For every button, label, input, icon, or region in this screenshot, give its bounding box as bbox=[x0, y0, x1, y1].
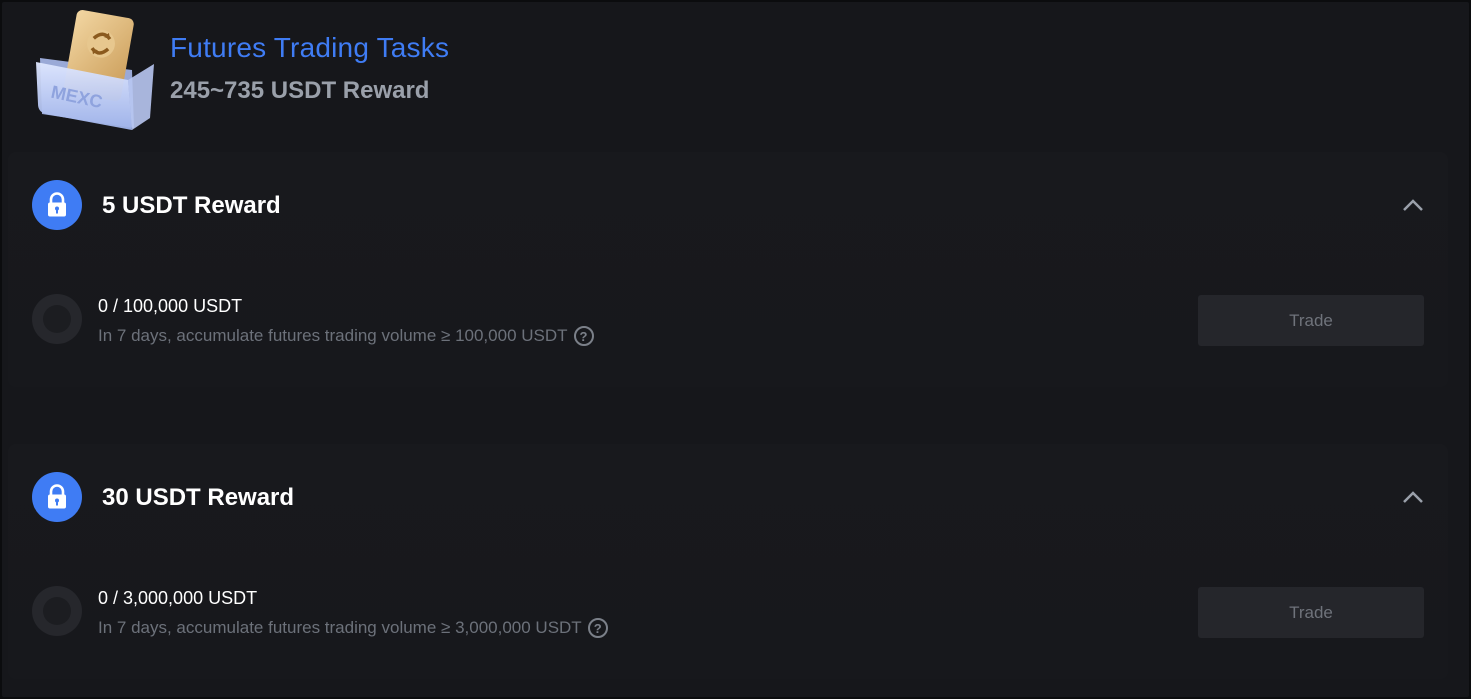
collapse-toggle[interactable] bbox=[1398, 482, 1428, 512]
progress-ring bbox=[32, 586, 82, 636]
reward-title: 30 USDT Reward bbox=[102, 484, 295, 511]
task-description: In 7 days, accumulate futures trading vo… bbox=[98, 618, 582, 637]
trade-button[interactable]: Trade bbox=[1198, 295, 1424, 346]
trade-button[interactable]: Trade bbox=[1198, 587, 1424, 638]
progress-ring bbox=[32, 294, 82, 344]
task-description: In 7 days, accumulate futures trading vo… bbox=[98, 326, 568, 345]
task-panel: MEXC Futures Trading Tasks 245~735 USDT … bbox=[2, 2, 1469, 697]
mexc-card-logo: MEXC bbox=[36, 10, 154, 130]
task-description-row: In 7 days, accumulate futures trading vo… bbox=[98, 326, 594, 346]
reward-title: 5 USDT Reward bbox=[102, 192, 281, 219]
question-circle-icon[interactable]: ? bbox=[573, 326, 594, 346]
reward-card: 30 USDT Reward 0 / 3,000,000 USDT In 7 d… bbox=[8, 444, 1448, 679]
task-progress: 0 / 3,000,000 USDT bbox=[98, 588, 258, 608]
collapse-toggle[interactable] bbox=[1398, 190, 1428, 220]
reward-card: 5 USDT Reward 0 / 100,000 USDT In 7 days… bbox=[8, 152, 1448, 387]
task-progress: 0 / 100,000 USDT bbox=[98, 296, 243, 316]
page-header: MEXC Futures Trading Tasks 245~735 USDT … bbox=[2, 2, 1469, 152]
lock-badge bbox=[32, 472, 82, 522]
question-circle-icon[interactable]: ? bbox=[587, 618, 608, 638]
lock-icon bbox=[48, 484, 66, 509]
page-subtitle: 245~735 USDT Reward bbox=[170, 77, 430, 104]
chevron-up-icon bbox=[1403, 199, 1423, 211]
page-title: Futures Trading Tasks bbox=[170, 32, 450, 63]
chevron-up-icon bbox=[1403, 491, 1423, 503]
lock-icon bbox=[48, 192, 66, 217]
task-description-row: In 7 days, accumulate futures trading vo… bbox=[98, 618, 608, 638]
lock-badge bbox=[32, 180, 82, 230]
